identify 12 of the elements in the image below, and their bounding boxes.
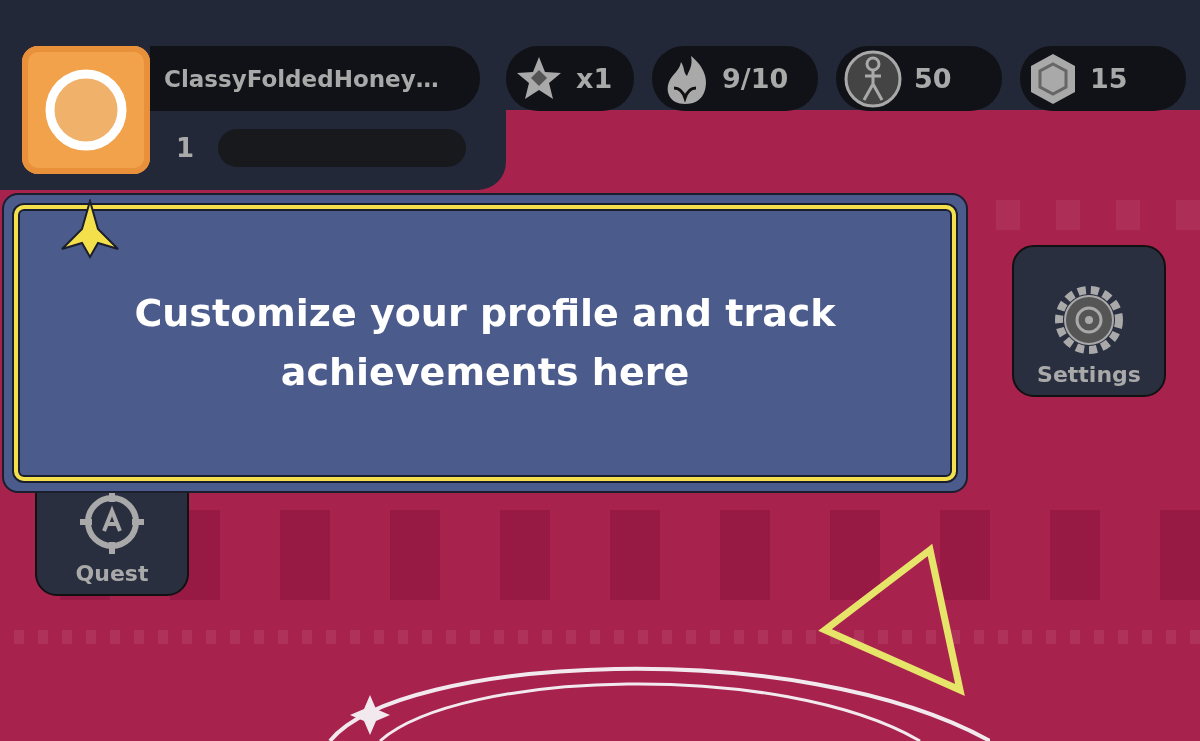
currency-pill: 9/10: [652, 46, 818, 111]
gem-icon: [1028, 51, 1078, 106]
currency-pill: 50: [836, 46, 1002, 111]
ring-icon: [44, 68, 128, 152]
player-level: 1: [176, 133, 195, 163]
currency-pill: 15: [1020, 46, 1186, 111]
settings-button[interactable]: Settings: [1012, 245, 1166, 397]
profile-avatar[interactable]: [22, 46, 150, 174]
player-name: ClassyFoldedHoney…: [150, 46, 480, 111]
currency-pill: x1: [506, 46, 634, 111]
tooltip-text: Customize your profile and track achievements here: [133, 290, 837, 396]
coin-icon: [844, 49, 902, 108]
